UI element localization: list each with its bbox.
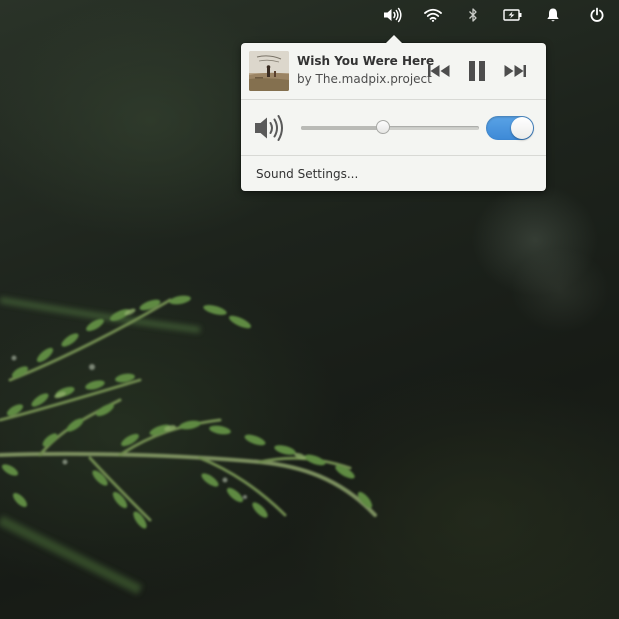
sound-settings-label: Sound Settings... — [256, 167, 359, 181]
pause-button[interactable] — [464, 59, 490, 83]
bell-icon — [547, 8, 559, 22]
pause-icon — [469, 61, 485, 81]
toggle-knob — [511, 117, 533, 139]
wifi-icon — [424, 8, 442, 22]
power-icon — [590, 7, 604, 22]
sound-popover: Wish You Were Here by The.madpix.project — [241, 35, 546, 191]
volume-high-icon[interactable] — [253, 113, 287, 143]
volume-slider[interactable] — [301, 120, 479, 134]
previous-track-button[interactable] — [426, 59, 452, 83]
power-indicator[interactable] — [500, 4, 526, 26]
album-art[interactable] — [249, 51, 289, 91]
sound-indicator[interactable] — [380, 4, 406, 26]
volume-slider-handle[interactable] — [375, 120, 390, 134]
session-indicator[interactable] — [584, 4, 610, 26]
battery-charging-icon — [503, 9, 522, 21]
skip-next-icon — [504, 65, 526, 77]
skip-previous-icon — [428, 65, 450, 77]
track-title: Wish You Were Here — [297, 54, 435, 68]
volume-high-icon — [384, 7, 402, 23]
volume-slider-fill — [301, 126, 383, 130]
sound-settings-menu-item[interactable]: Sound Settings... — [241, 156, 546, 191]
network-indicator[interactable] — [420, 4, 446, 26]
sound-output-toggle[interactable] — [486, 116, 534, 140]
notifications-indicator[interactable] — [540, 4, 566, 26]
volume-row — [241, 100, 546, 154]
top-panel — [0, 0, 619, 30]
bluetooth-indicator[interactable] — [460, 4, 486, 26]
media-player: Wish You Were Here by The.madpix.project — [241, 43, 546, 99]
track-artist: by The.madpix.project — [297, 72, 432, 86]
desktop: Wish You Were Here by The.madpix.project — [0, 0, 619, 619]
album-cover-image — [249, 51, 289, 91]
bluetooth-icon — [469, 8, 477, 22]
next-track-button[interactable] — [502, 59, 528, 83]
